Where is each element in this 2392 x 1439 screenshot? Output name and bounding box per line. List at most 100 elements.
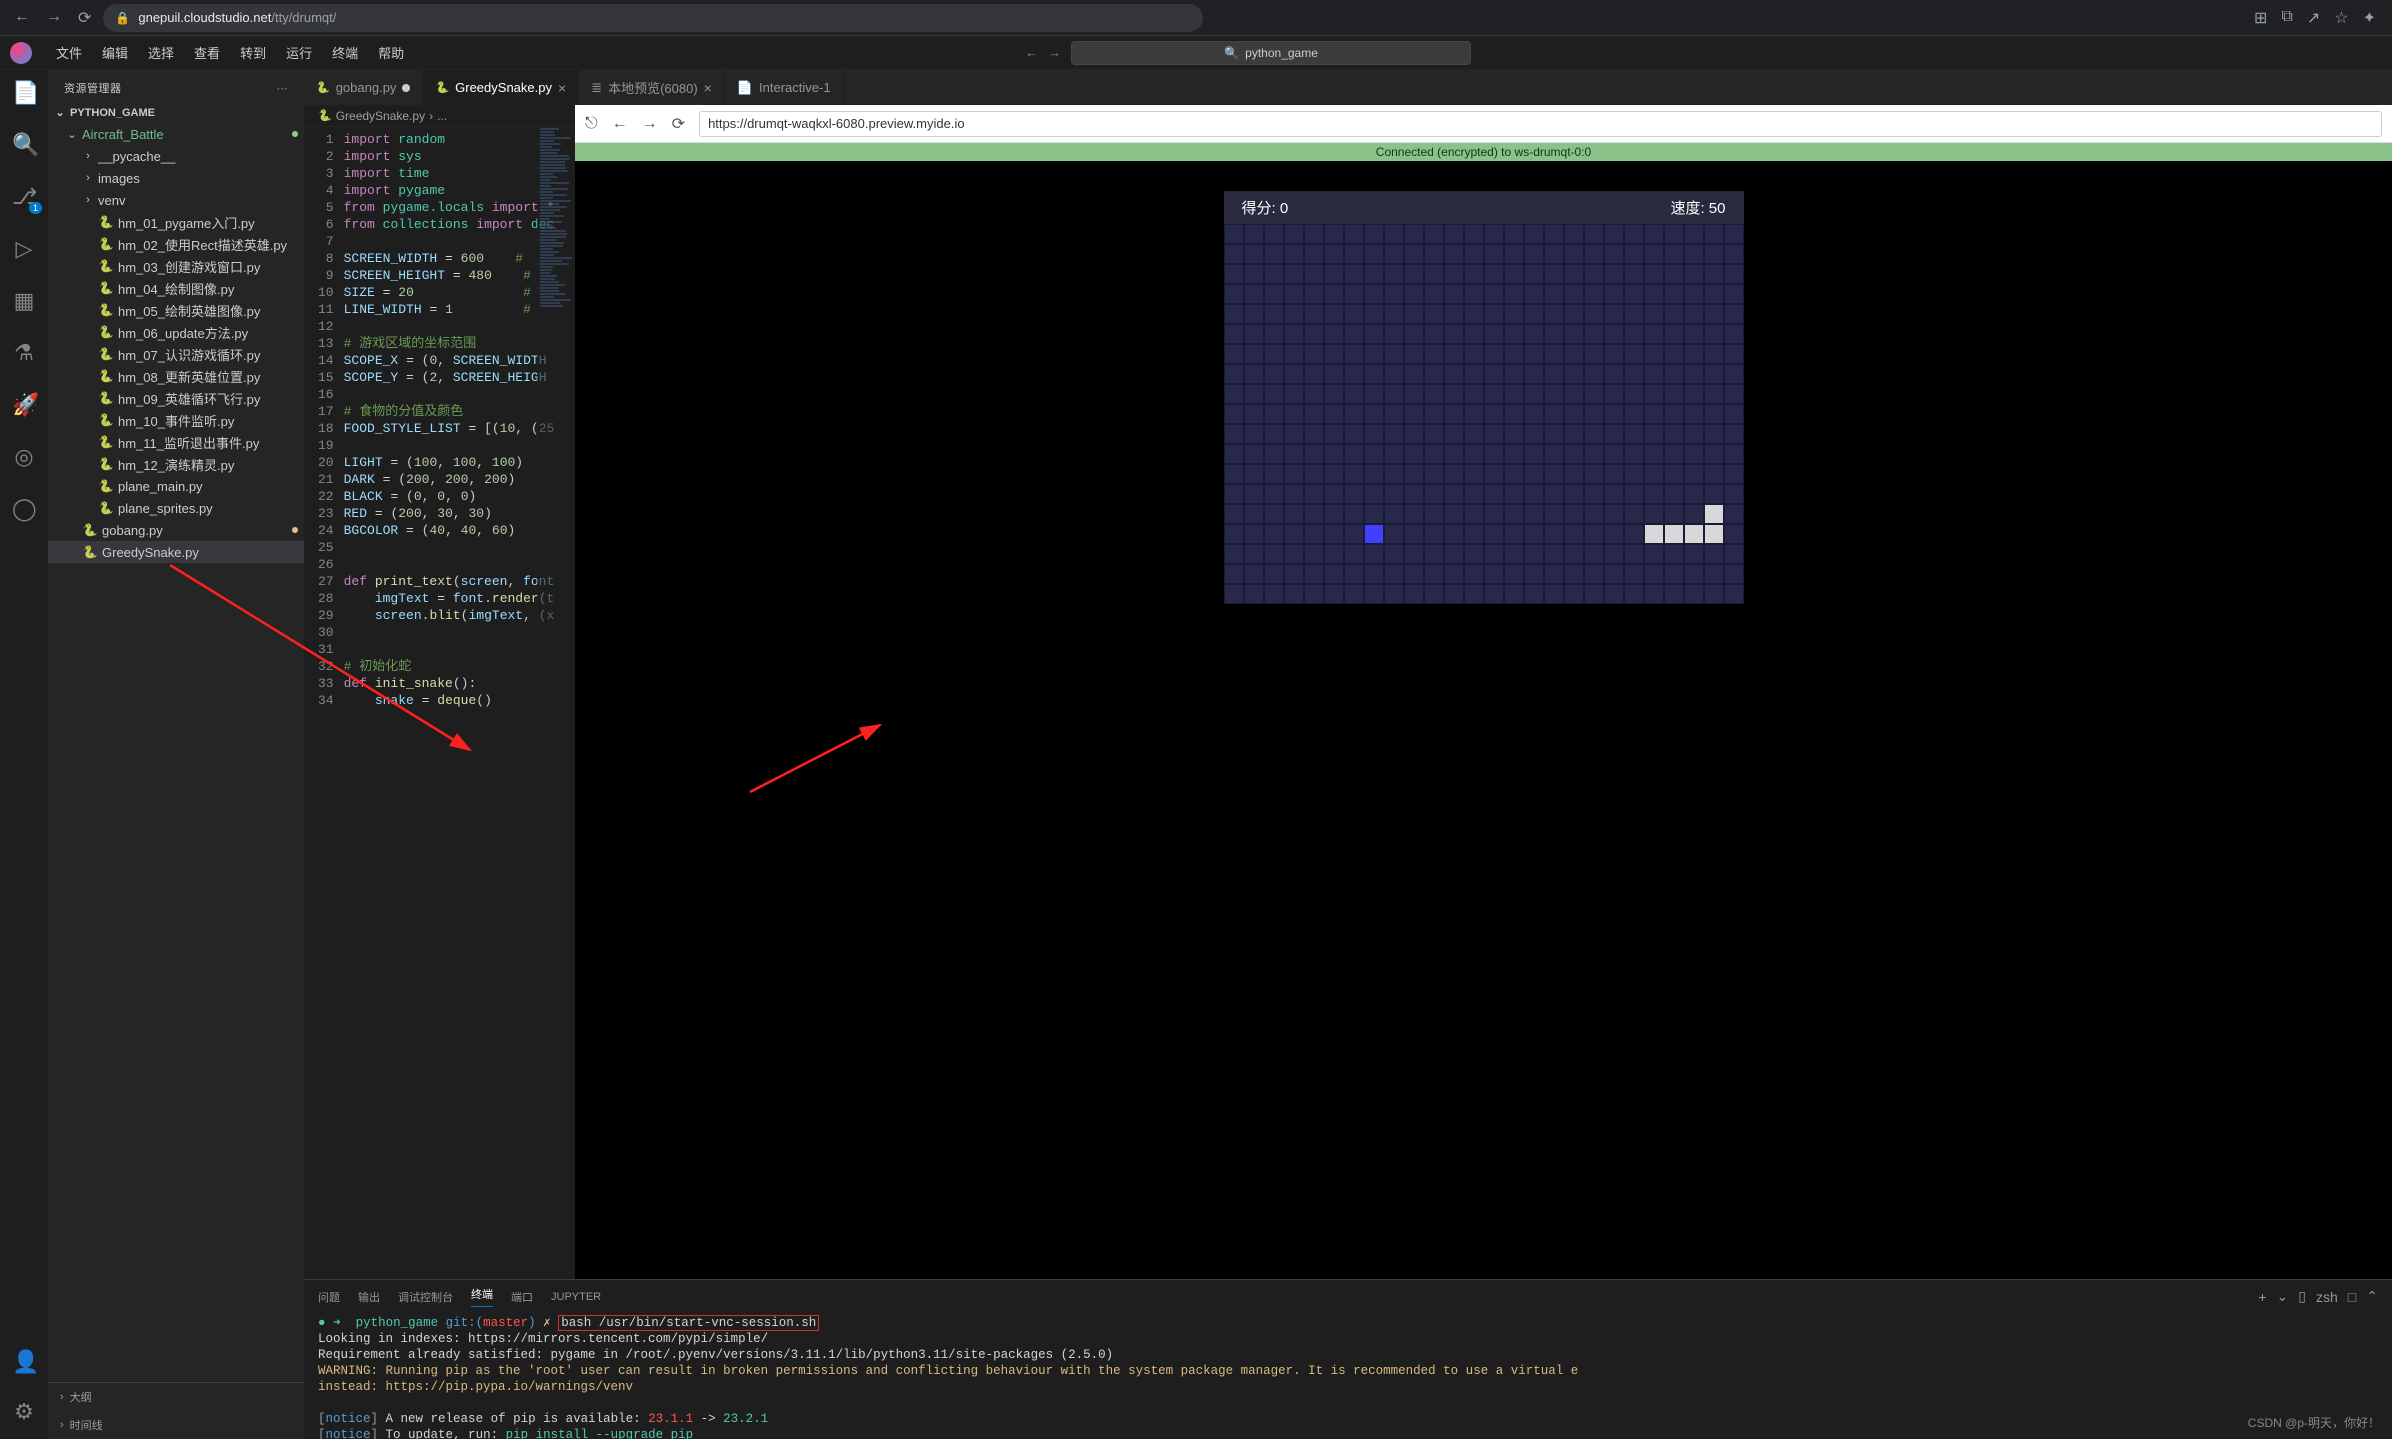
search-icon: 🔍: [1224, 46, 1239, 60]
menu-运行[interactable]: 运行: [276, 39, 322, 66]
tab-Interactive-1[interactable]: 📄Interactive-1: [725, 70, 844, 105]
file-item[interactable]: 🐍hm_01_pygame入门.py: [48, 211, 304, 233]
watermark: CSDN @p-明天，你好！: [2248, 1414, 2380, 1431]
share-icon[interactable]: ↗: [2307, 8, 2320, 28]
puzzle-icon[interactable]: ✦: [2363, 8, 2376, 28]
file-item[interactable]: 🐍hm_08_更新英雄位置.py: [48, 365, 304, 387]
game-grid[interactable]: [1224, 224, 1744, 604]
menu-文件[interactable]: 文件: [46, 39, 92, 66]
speed-label: 速度: 50: [1670, 197, 1725, 218]
panel-action[interactable]: +: [2258, 1289, 2266, 1305]
panel-tab-终端[interactable]: 终端: [471, 1286, 493, 1307]
activity-bar: 📄 🔍 ⎇1 ▷ ▦ ⚗ 🚀 ◎ ◯ 👤 ⚙: [0, 70, 48, 1439]
file-item[interactable]: 🐍hm_06_update方法.py: [48, 321, 304, 343]
menu-转到[interactable]: 转到: [230, 39, 276, 66]
url-bar[interactable]: 🔒 gnepuil.cloudstudio.net/tty/drumqt/: [103, 4, 1203, 32]
panel-tab-JUPYTER[interactable]: JUPYTER: [551, 1291, 601, 1303]
open-new-icon[interactable]: ⎋: [585, 115, 598, 133]
preview-forward-icon[interactable]: →: [642, 115, 658, 133]
file-item[interactable]: 🐍plane_main.py: [48, 475, 304, 497]
forward-icon[interactable]: →: [46, 8, 62, 28]
file-item[interactable]: 🐍hm_03_创建游戏窗口.py: [48, 255, 304, 277]
panel-action[interactable]: zsh: [2316, 1289, 2338, 1305]
preview-toolbar: ⎋ ← → ⟳ https://drumqt-waqkxl-6080.previ…: [575, 105, 2392, 143]
rocket-icon[interactable]: 🚀: [12, 392, 36, 418]
file-item[interactable]: 🐍hm_04_绘制图像.py: [48, 277, 304, 299]
file-item[interactable]: 🐍hm_05_绘制英雄图像.py: [48, 299, 304, 321]
panel-action[interactable]: ⌃: [2366, 1288, 2378, 1305]
extensions-icon[interactable]: ⧉: [2281, 8, 2292, 28]
beaker-icon[interactable]: ⚗: [12, 340, 36, 366]
terminal[interactable]: ● ➜ python_game git:(master) ✗ bash /usr…: [304, 1313, 2392, 1439]
file-item[interactable]: 🐍hm_02_使用Rect描述英雄.py: [48, 233, 304, 255]
editor-tabs: 🐍gobang.py🐍GreedySnake.py×≣本地预览(6080)×📄I…: [304, 70, 2392, 105]
folder-__pycache__[interactable]: ›__pycache__: [48, 145, 304, 167]
breadcrumb[interactable]: 🐍 GreedySnake.py › ...: [304, 105, 575, 127]
sidebar-more-icon[interactable]: ⋯: [277, 82, 289, 95]
reload-icon[interactable]: ⟳: [78, 8, 91, 28]
panel-action[interactable]: ▯: [2298, 1288, 2306, 1305]
file-item[interactable]: 🐍plane_sprites.py: [48, 497, 304, 519]
editor-pane: 🐍 GreedySnake.py › ... 12345678910111213…: [304, 105, 575, 1279]
project-root[interactable]: ⌄PYTHON_GAME: [48, 102, 304, 123]
tab-本地预览(6080)[interactable]: ≣本地预览(6080)×: [579, 70, 725, 105]
debug-icon[interactable]: ▷: [12, 236, 36, 262]
scm-icon[interactable]: ⎇1: [12, 184, 36, 210]
panel-tabs: 问题 输出 调试控制台 终端 端口 JUPYTER + ⌄ ▯ zsh □ ⌃: [304, 1280, 2392, 1313]
timeline-section[interactable]: ›时间线: [48, 1411, 304, 1439]
bottom-panel: 问题 输出 调试控制台 终端 端口 JUPYTER + ⌄ ▯ zsh □ ⌃ ● ➜ python_…: [304, 1279, 2392, 1439]
file-item[interactable]: 🐍hm_09_英雄循环飞行.py: [48, 387, 304, 409]
folder-images[interactable]: ›images: [48, 167, 304, 189]
minimap[interactable]: [537, 127, 575, 1279]
file-item[interactable]: 🐍hm_12_演练精灵.py: [48, 453, 304, 475]
file-item[interactable]: 🐍hm_07_认识游戏循环.py: [48, 343, 304, 365]
code-editor[interactable]: 1234567891011121314151617181920212223242…: [304, 127, 575, 1279]
game-hud: 得分: 0 速度: 50: [1224, 191, 1744, 224]
explorer-icon[interactable]: 📄: [12, 80, 36, 106]
ide-menubar: 文件编辑选择查看转到运行终端帮助 ← → 🔍 python_game: [0, 36, 2392, 70]
panel-tab-问题[interactable]: 问题: [318, 1289, 340, 1305]
back-icon[interactable]: ←: [14, 8, 30, 28]
preview-url-bar[interactable]: https://drumqt-waqkxl-6080.preview.myide…: [699, 111, 2382, 137]
extensions-activity-icon[interactable]: ▦: [12, 288, 36, 314]
account-icon[interactable]: 👤: [12, 1349, 36, 1375]
menu-选择[interactable]: 选择: [138, 39, 184, 66]
panel-tab-端口[interactable]: 端口: [511, 1289, 533, 1305]
panel-action[interactable]: □: [2348, 1289, 2356, 1305]
tab-gobang.py[interactable]: 🐍gobang.py: [304, 70, 423, 105]
file-item[interactable]: 🐍hm_10_事件监听.py: [48, 409, 304, 431]
file-tree: ⌄PYTHON_GAME ⌄Aircraft_Battle ›__pycache…: [48, 102, 304, 1382]
file-item[interactable]: 🐍gobang.py: [48, 519, 304, 541]
lock-icon: 🔒: [115, 11, 130, 25]
menu-终端[interactable]: 终端: [322, 39, 368, 66]
panel-tab-输出[interactable]: 输出: [358, 1289, 380, 1305]
ide-logo[interactable]: [10, 42, 32, 64]
preview-pane: ⎋ ← → ⟳ https://drumqt-waqkxl-6080.previ…: [575, 105, 2392, 1279]
file-item[interactable]: 🐍GreedySnake.py: [48, 541, 304, 563]
github-icon[interactable]: ◯: [12, 496, 36, 522]
nav-back-icon[interactable]: ←: [1025, 45, 1038, 60]
menu-编辑[interactable]: 编辑: [92, 39, 138, 66]
menu-帮助[interactable]: 帮助: [368, 39, 414, 66]
star-icon[interactable]: ☆: [2334, 8, 2348, 28]
panel-action[interactable]: ⌄: [2277, 1288, 2289, 1305]
panel-tab-调试控制台[interactable]: 调试控制台: [398, 1289, 453, 1305]
graph-icon[interactable]: ◎: [12, 444, 36, 470]
sidebar-footer: ›大纲 ›时间线: [48, 1382, 304, 1439]
preview-reload-icon[interactable]: ⟳: [672, 114, 685, 134]
menu-查看[interactable]: 查看: [184, 39, 230, 66]
tab-GreedySnake.py[interactable]: 🐍GreedySnake.py×: [423, 70, 579, 105]
install-icon[interactable]: ⊞: [2254, 8, 2267, 28]
sidebar-title: 资源管理器: [64, 80, 122, 96]
file-item[interactable]: 🐍hm_11_监听退出事件.py: [48, 431, 304, 453]
settings-icon[interactable]: ⚙: [12, 1399, 36, 1425]
preview-back-icon[interactable]: ←: [612, 115, 628, 133]
browser-chrome: ← → ⟳ 🔒 gnepuil.cloudstudio.net/tty/drum…: [0, 0, 2392, 36]
command-palette[interactable]: 🔍 python_game: [1071, 41, 1471, 65]
search-activity-icon[interactable]: 🔍: [12, 132, 36, 158]
outline-section[interactable]: ›大纲: [48, 1383, 304, 1411]
folder-venv[interactable]: ›venv: [48, 189, 304, 211]
url-host: gnepuil.cloudstudio.net: [138, 10, 271, 25]
folder-aircraft-battle[interactable]: ⌄Aircraft_Battle: [48, 123, 304, 145]
nav-forward-icon[interactable]: →: [1048, 45, 1061, 60]
